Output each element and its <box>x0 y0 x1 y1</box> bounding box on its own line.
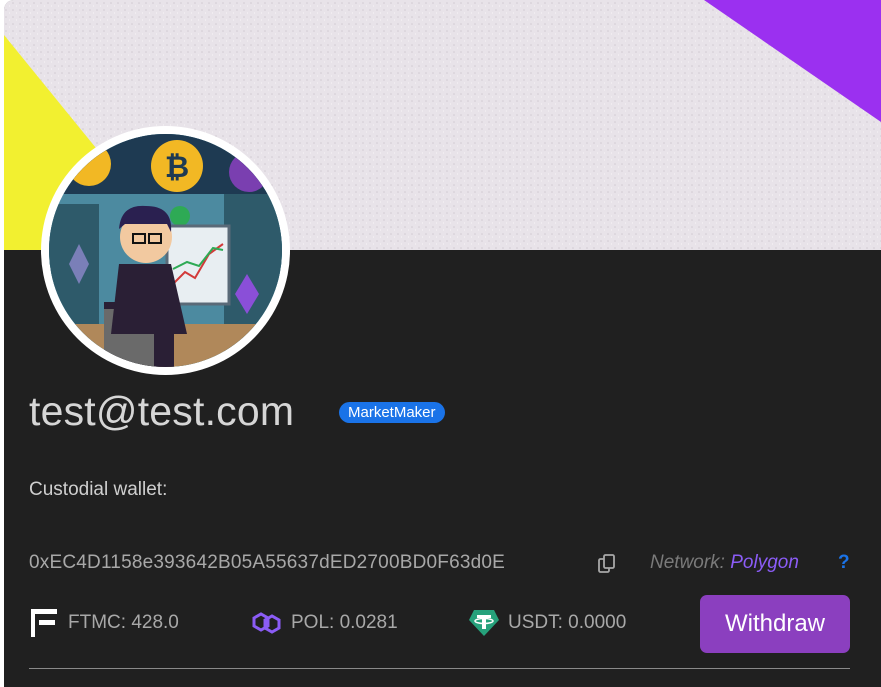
network-info: Network: Polygon <box>650 552 799 574</box>
divider <box>29 668 850 669</box>
withdraw-button[interactable]: Withdraw <box>700 595 850 653</box>
network-value[interactable]: Polygon <box>730 552 799 573</box>
polygon-logo-icon <box>252 612 281 634</box>
wallet-address: 0xEC4D1158e393642B05A55637dED2700BD0F63d… <box>29 552 506 573</box>
avatar-image: ₿ <box>49 134 282 367</box>
tether-logo-icon <box>469 610 499 636</box>
profile-card: ₿ test@test.com MarketMaker Custodial wa… <box>4 0 881 687</box>
role-badge: MarketMaker <box>339 402 445 423</box>
copy-icon[interactable] <box>597 554 617 574</box>
balance-pol: POL: 0.0281 <box>291 612 398 633</box>
ftmc-logo-icon <box>31 609 57 637</box>
svg-text:₿: ₿ <box>165 150 189 185</box>
wallet-label: Custodial wallet: <box>29 479 168 500</box>
balance-ftmc: FTMC: 428.0 <box>68 612 179 633</box>
avatar[interactable]: ₿ <box>41 126 290 375</box>
balance-usdt: USDT: 0.0000 <box>508 612 627 633</box>
username: test@test.com <box>29 388 295 434</box>
help-icon[interactable]: ? <box>838 552 850 574</box>
network-label: Network: <box>650 552 725 573</box>
